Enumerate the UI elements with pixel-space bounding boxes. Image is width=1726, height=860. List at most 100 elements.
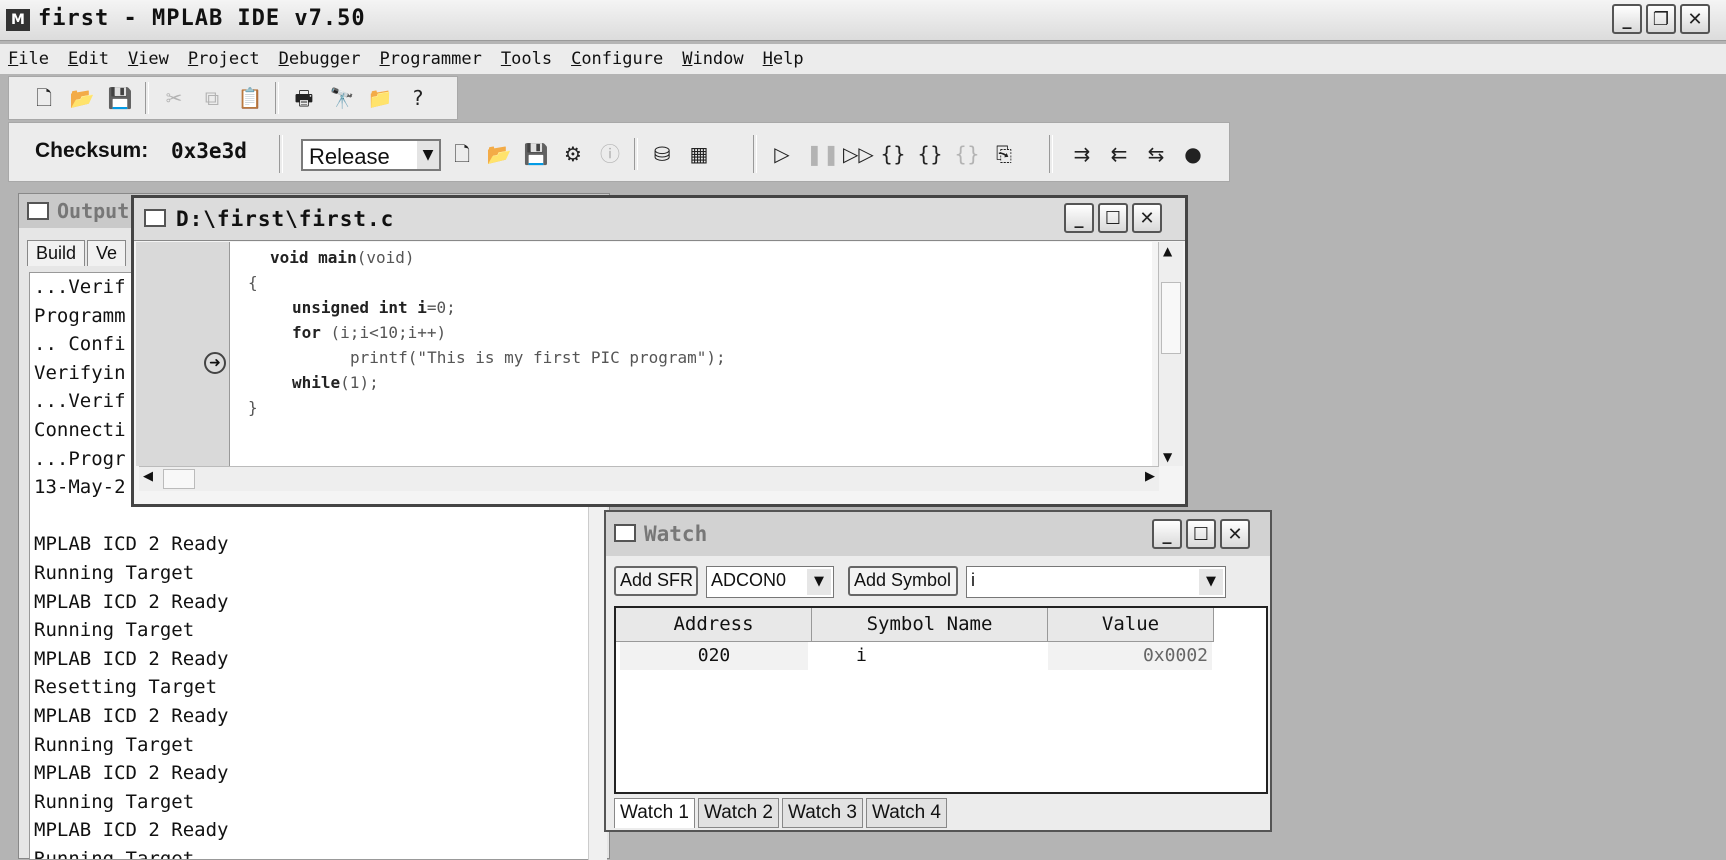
scroll-thumb[interactable]: [1161, 282, 1181, 354]
output-line: Running Target: [34, 790, 195, 813]
table-cell-symbol[interactable]: i: [854, 642, 1044, 670]
halt-icon[interactable]: ❚❚: [806, 141, 840, 167]
toolbar-separator: [279, 135, 283, 173]
step-out-icon[interactable]: {}: [954, 141, 980, 167]
sfr-select[interactable]: ADCON0 ▼: [706, 566, 834, 598]
step-into-icon[interactable]: {}: [880, 141, 906, 167]
paste-icon[interactable]: 📋: [237, 85, 263, 111]
scroll-down-icon[interactable]: ▼: [1163, 450, 1172, 464]
editor-gutter[interactable]: ➜: [136, 242, 230, 466]
menu-configure[interactable]: Configure: [571, 49, 663, 69]
column-header-symbol-name[interactable]: Symbol Name: [812, 608, 1048, 642]
debug-buttons: ▷ ❚❚ ▷▷ {} {} {} ⎘: [769, 139, 1017, 169]
minimize-icon[interactable]: _: [1612, 4, 1642, 34]
toolbar-separator: [1049, 135, 1053, 173]
help-icon[interactable]: ?: [405, 85, 431, 111]
build-config-value: Release: [309, 144, 390, 169]
read-target-icon[interactable]: ⇇: [1106, 141, 1132, 167]
code-area[interactable]: void main(void) { unsigned int i=0; for …: [230, 242, 1152, 466]
reset-icon[interactable]: ⎘: [991, 141, 1017, 167]
close-icon[interactable]: ✕: [1132, 203, 1162, 233]
find-in-files-icon[interactable]: 📁: [367, 85, 393, 111]
column-header-value[interactable]: Value: [1048, 608, 1214, 642]
build-icon[interactable]: ⛁: [649, 141, 675, 167]
tab-watch-1[interactable]: Watch 1: [614, 798, 695, 828]
programmer-buttons: ⇉ ⇇ ⇆ ●: [1069, 139, 1206, 169]
save-project-icon[interactable]: 💾: [523, 141, 549, 167]
chevron-down-icon[interactable]: ▼: [417, 141, 439, 169]
build-config-select[interactable]: Release ▼: [301, 139, 441, 171]
chevron-down-icon[interactable]: ▼: [1199, 569, 1223, 595]
menu-programmer[interactable]: Programmer: [379, 49, 481, 69]
main-titlebar: M first - MPLAB IDE v7.50 _ ❐ ✕: [0, 0, 1726, 41]
watch-window-controls: _ ☐ ✕: [1152, 519, 1250, 549]
editor-vertical-scrollbar[interactable]: ▲ ▼: [1158, 242, 1183, 466]
column-header-address[interactable]: Address: [616, 608, 812, 642]
symbol-select[interactable]: i ▼: [966, 566, 1226, 598]
menu-window[interactable]: Window: [682, 49, 743, 69]
open-folder-icon[interactable]: 📂: [69, 85, 95, 111]
output-line: Running Target: [34, 733, 195, 756]
add-symbol-button[interactable]: Add Symbol: [848, 566, 958, 596]
menu-debugger[interactable]: Debugger: [279, 49, 361, 69]
table-cell-value[interactable]: 0x0002: [1048, 642, 1212, 670]
cut-icon[interactable]: ✂: [161, 85, 187, 111]
tab-build[interactable]: Build: [27, 240, 86, 266]
build-options-icon[interactable]: ⚙: [560, 141, 586, 167]
restore-icon[interactable]: ❐: [1646, 4, 1676, 34]
watch-table[interactable]: Address Symbol Name Value 020 i 0x0002: [614, 606, 1268, 794]
new-project-icon[interactable]: 🗋: [449, 141, 475, 167]
menu-file[interactable]: File: [8, 49, 49, 69]
new-file-icon[interactable]: 🗋: [31, 85, 57, 111]
animate-icon[interactable]: ▷▷: [843, 141, 874, 167]
tab-watch-3[interactable]: Watch 3: [782, 798, 863, 828]
toolbar-separator: [753, 135, 757, 173]
verify-target-icon[interactable]: ⇆: [1143, 141, 1169, 167]
open-project-icon[interactable]: 📂: [486, 141, 512, 167]
find-icon[interactable]: 🔭: [329, 85, 355, 111]
project-debug-toolbar: Checksum: 0x3e3d Release ▼ 🗋 📂 💾 ⚙ ⓘ ⛁ ▦…: [8, 122, 1230, 182]
minimize-icon[interactable]: _: [1152, 519, 1182, 549]
menu-bar: File Edit View Project Debugger Programm…: [0, 44, 1726, 74]
program-target-icon[interactable]: ⇉: [1069, 141, 1095, 167]
print-icon[interactable]: 🖶: [291, 85, 317, 111]
build-all-icon[interactable]: ▦: [686, 141, 712, 167]
run-icon[interactable]: ▷: [769, 141, 795, 167]
source-editor-window: D:\first\first.c _ ☐ ✕ ➜ void main(void)…: [131, 195, 1188, 507]
watch-titlebar: Watch _ ☐ ✕: [606, 512, 1270, 556]
scroll-left-icon[interactable]: ◀: [143, 469, 153, 484]
save-icon[interactable]: 💾: [107, 85, 133, 111]
minimize-icon[interactable]: _: [1064, 203, 1094, 233]
tab-watch-4[interactable]: Watch 4: [866, 798, 947, 828]
menu-edit[interactable]: Edit: [68, 49, 109, 69]
tab-watch-2[interactable]: Watch 2: [698, 798, 779, 828]
scroll-thumb[interactable]: [163, 469, 195, 489]
table-cell-address[interactable]: 020: [620, 642, 808, 670]
watch-tabs: Watch 1 Watch 2 Watch 3 Watch 4: [614, 798, 950, 828]
copy-icon[interactable]: ⧉: [199, 85, 225, 111]
menu-project[interactable]: Project: [188, 49, 260, 69]
menu-view[interactable]: View: [128, 49, 169, 69]
output-line: MPLAB ICD 2 Ready: [34, 590, 229, 613]
window-icon: [27, 202, 49, 220]
menu-help[interactable]: Help: [763, 49, 804, 69]
scroll-up-icon[interactable]: ▲: [1163, 244, 1172, 258]
erase-target-icon[interactable]: ●: [1180, 141, 1206, 167]
add-sfr-button[interactable]: Add SFR: [614, 566, 698, 596]
editor-horizontal-scrollbar[interactable]: ◀ ▶: [139, 466, 1159, 491]
output-line: MPLAB ICD 2 Ready: [34, 533, 229, 556]
step-over-icon[interactable]: {}: [917, 141, 943, 167]
menu-tools[interactable]: Tools: [501, 49, 552, 69]
close-icon[interactable]: ✕: [1220, 519, 1250, 549]
maximize-icon[interactable]: ☐: [1098, 203, 1128, 233]
output-line: MPLAB ICD 2 Ready: [34, 819, 229, 842]
chevron-down-icon[interactable]: ▼: [807, 569, 831, 595]
close-icon[interactable]: ✕: [1680, 4, 1710, 34]
maximize-icon[interactable]: ☐: [1186, 519, 1216, 549]
output-title: Output: [57, 199, 130, 223]
info-icon[interactable]: ⓘ: [597, 141, 623, 167]
scroll-right-icon[interactable]: ▶: [1145, 469, 1155, 484]
output-line: Running Target: [34, 847, 195, 860]
tab-version-control[interactable]: Ve: [87, 240, 127, 266]
output-tabs: Build Ve: [27, 240, 128, 266]
